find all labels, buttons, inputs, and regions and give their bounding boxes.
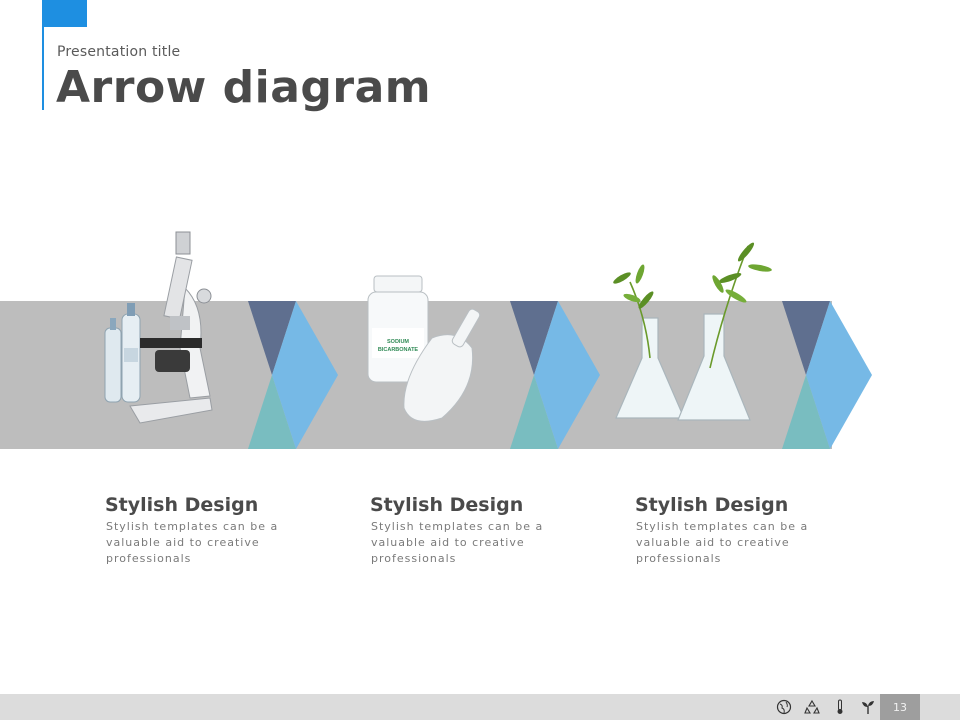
card-2: Stylish Design Stylish templates can be … bbox=[370, 494, 570, 567]
card-title: Stylish Design bbox=[635, 494, 789, 516]
chevron-1 bbox=[248, 301, 338, 449]
accent-line bbox=[42, 27, 44, 110]
slide-title: Arrow diagram bbox=[56, 62, 432, 113]
globe-icon bbox=[776, 699, 792, 715]
accent-block bbox=[42, 0, 87, 27]
svg-text:BICARBONATE: BICARBONATE bbox=[378, 347, 419, 353]
card-text: Stylish templates can be a valuable aid … bbox=[106, 520, 279, 565]
svg-text:SODIUM: SODIUM bbox=[387, 339, 409, 345]
chevron-2 bbox=[510, 301, 600, 449]
card-text: Stylish templates can be a valuable aid … bbox=[636, 520, 809, 565]
card-title: Stylish Design bbox=[370, 494, 524, 516]
recycle-icon bbox=[804, 699, 820, 715]
plant-flasks-icon bbox=[613, 242, 772, 421]
footer-icons bbox=[776, 697, 876, 717]
card-text: Stylish templates can be a valuable aid … bbox=[371, 520, 544, 565]
chevron-3 bbox=[782, 301, 872, 449]
thermometer-icon bbox=[832, 699, 848, 715]
microscope-icon bbox=[104, 231, 213, 424]
seedling-icon bbox=[860, 699, 876, 715]
chemical-jar-icon: SODIUM BICARBONATE bbox=[367, 275, 481, 422]
page-number: 13 bbox=[880, 694, 920, 720]
card-1: Stylish Design Stylish templates can be … bbox=[105, 494, 305, 567]
presentation-subtitle: Presentation title bbox=[57, 44, 181, 60]
card-title: Stylish Design bbox=[105, 494, 259, 516]
card-3: Stylish Design Stylish templates can be … bbox=[635, 494, 835, 567]
